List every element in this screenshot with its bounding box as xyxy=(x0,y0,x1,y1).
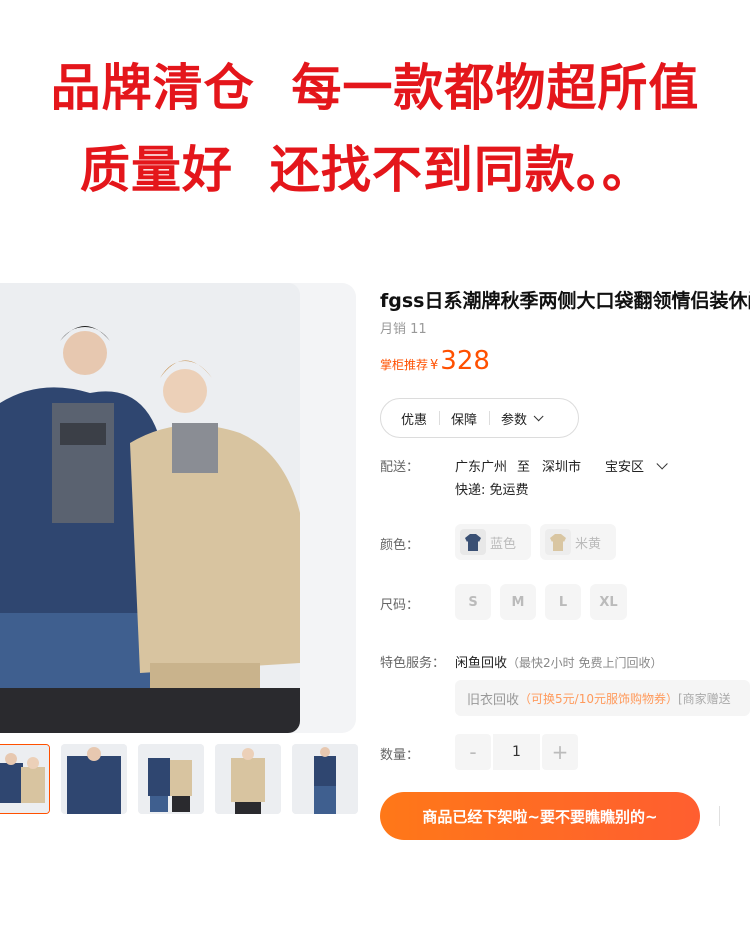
color-label: 颜色： xyxy=(380,538,420,553)
price-row: 掌柜推荐 ¥ 328 xyxy=(380,346,490,376)
tab-guarantee[interactable]: 保障 xyxy=(439,409,489,428)
service-label: 特色服务： xyxy=(380,656,446,671)
ship-from: 广东广州 xyxy=(455,460,508,475)
quantity-label: 数量： xyxy=(380,748,420,763)
thumbnail-4[interactable] xyxy=(215,744,281,814)
monthly-sales: 月销 11 xyxy=(380,322,427,337)
shipping-route[interactable]: 广东广州 至 深圳市 宝安区 xyxy=(455,456,668,475)
size-label: 尺码： xyxy=(380,598,420,613)
thumbnail-2[interactable] xyxy=(61,744,127,814)
banner-line-1: 品牌清仓 每一款都物超所值 xyxy=(50,59,700,117)
shipping-fee: 快递: 免运费 xyxy=(455,483,529,498)
divider xyxy=(719,806,720,826)
thumbnail-3[interactable] xyxy=(138,744,204,814)
chevron-down-icon xyxy=(533,410,544,421)
quantity-input[interactable]: 1 xyxy=(493,734,540,770)
delisted-cta-button[interactable]: 商品已经下架啦~要不要瞧瞧别的~ xyxy=(380,792,700,840)
promo-banner: 品牌清仓 每一款都物超所值 质量好 还找不到同款。。 xyxy=(0,0,750,240)
ship-district: 宝安区 xyxy=(605,460,645,475)
recycle-offer: （可换5元/10元服饰购物券） xyxy=(519,691,678,706)
old-clothes-recycle[interactable]: 旧衣回收 （可换5元/10元服饰购物券） [商家赠送 xyxy=(455,680,750,716)
product-title: fgss日系潮牌秋季两侧大口袋翻领情侣装休闲 xyxy=(380,290,750,312)
idle-fish-recycle[interactable]: 闲鱼回收（最快2小时 免费上门回收） xyxy=(455,652,662,671)
price-label: 掌柜推荐 xyxy=(380,358,429,372)
price-currency: ¥ xyxy=(430,358,439,373)
color-option-label: 蓝色 xyxy=(490,536,517,552)
quantity-stepper: - 1 + xyxy=(455,734,578,770)
main-product-photo[interactable] xyxy=(0,283,300,733)
shipping-label: 配送： xyxy=(380,460,420,475)
tab-discounts-label: 优惠 xyxy=(401,412,428,428)
color-option-label: 米黄 xyxy=(575,536,602,552)
thumbnail-1[interactable] xyxy=(0,744,50,814)
recycle-extra: [商家赠送 xyxy=(677,691,731,706)
jacket-swatch-icon xyxy=(545,529,571,555)
thumbnail-5[interactable] xyxy=(292,744,358,814)
thumbnail-strip xyxy=(0,744,360,814)
size-option-s[interactable]: S xyxy=(455,584,491,620)
size-option-xl[interactable]: XL xyxy=(590,584,627,620)
color-option-blue[interactable]: 蓝色 xyxy=(455,524,531,560)
ship-city: 深圳市 xyxy=(542,460,582,475)
tab-discounts[interactable]: 优惠 xyxy=(389,409,439,428)
quantity-increase-button[interactable]: + xyxy=(542,734,578,770)
size-option-m[interactable]: M xyxy=(500,584,536,620)
size-option-l[interactable]: L xyxy=(545,584,581,620)
tab-guarantee-label: 保障 xyxy=(451,412,478,428)
quantity-decrease-button[interactable]: - xyxy=(455,734,491,770)
ship-to-word: 至 xyxy=(517,460,531,475)
tab-parameters-label: 参数 xyxy=(501,412,528,428)
service-detail: （最快2小时 免费上门回收） xyxy=(507,656,663,670)
banner-line-2: 质量好 还找不到同款。。 xyxy=(80,141,653,199)
chevron-down-icon xyxy=(656,457,668,470)
tab-parameters[interactable]: 参数 xyxy=(489,409,552,428)
price-value: 328 xyxy=(440,346,490,376)
service-name: 闲鱼回收 xyxy=(455,656,508,671)
jacket-swatch-icon xyxy=(460,529,486,555)
color-option-beige[interactable]: 米黄 xyxy=(540,524,616,560)
info-tabs: 优惠 保障 参数 xyxy=(380,398,579,438)
recycle-name: 旧衣回收 xyxy=(467,692,520,708)
